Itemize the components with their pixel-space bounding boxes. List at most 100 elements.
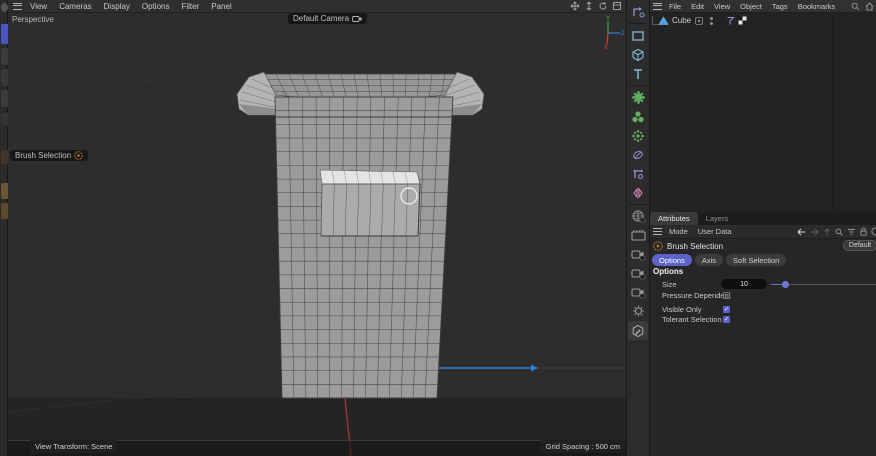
texture-mode-icon-fragment[interactable] <box>1 203 8 219</box>
size-slider-handle[interactable] <box>782 281 789 288</box>
viewport-canvas[interactable] <box>8 13 626 456</box>
lock-icon[interactable] <box>860 227 867 236</box>
menu-mode[interactable]: Mode <box>664 227 693 236</box>
section-tab-soft-selection[interactable]: Soft Selection <box>726 254 786 266</box>
tab-layers[interactable]: Layers <box>698 212 737 225</box>
om-menu-view[interactable]: View <box>709 2 735 11</box>
object-row-cube[interactable]: Cube <box>650 14 876 27</box>
cube-primitive-icon[interactable] <box>628 45 648 64</box>
material-editor-icon[interactable] <box>628 321 648 340</box>
attribute-object-title: Brush Selection <box>667 242 723 251</box>
menu-user-data[interactable]: User Data <box>693 227 737 236</box>
active-tool-label-text: Brush Selection <box>15 151 71 160</box>
object-tree[interactable]: Cube <box>650 13 876 212</box>
pressure-dependent-row: Pressure Dependent <box>650 290 876 301</box>
tool-play-icon[interactable] <box>74 151 83 160</box>
view-name-label[interactable]: Perspective <box>12 15 54 24</box>
attr-search-icon[interactable] <box>835 228 843 236</box>
array-icon[interactable] <box>628 126 648 145</box>
section-tab-axis[interactable]: Axis <box>695 254 723 266</box>
tab-attributes[interactable]: Attributes <box>650 212 698 225</box>
object-state-badge[interactable] <box>695 17 703 25</box>
active-tool-icon-fragment[interactable] <box>1 24 8 44</box>
grid-spacing-status: Grid Spacing : 500 cm <box>541 440 625 453</box>
rotate-view-icon[interactable] <box>598 1 608 11</box>
attribute-section-tabs: Options Axis Soft Selection <box>652 254 786 266</box>
visible-only-label: Visible Only <box>662 305 701 314</box>
size-slider[interactable] <box>771 284 876 286</box>
history-back-icon[interactable] <box>797 228 806 236</box>
pan-view-icon[interactable] <box>570 1 580 11</box>
om-menu-edit[interactable]: Edit <box>686 2 709 11</box>
history-forward-icon[interactable] <box>810 228 819 236</box>
stage-icon[interactable] <box>628 226 648 245</box>
menu-view[interactable]: View <box>24 2 53 11</box>
section-tab-options[interactable]: Options <box>652 254 692 266</box>
text-spline-icon[interactable] <box>628 64 648 83</box>
model-mode-icon-fragment[interactable] <box>1 183 8 199</box>
cloner-icon[interactable] <box>628 107 648 126</box>
om-home-icon[interactable] <box>865 2 874 11</box>
viewport-menu-icon[interactable] <box>13 3 22 10</box>
camera-2-icon[interactable] <box>628 264 648 283</box>
gizmo-x-label: X <box>604 45 608 49</box>
options-section-header[interactable]: Options <box>653 267 683 276</box>
camera-1-icon[interactable] <box>628 245 648 264</box>
object-manager-menu-icon[interactable] <box>653 3 662 10</box>
camera-3-icon[interactable] <box>628 283 648 302</box>
symmetry-icon[interactable] <box>628 183 648 202</box>
tweak-tool-icon[interactable] <box>628 2 648 21</box>
om-search-icon[interactable] <box>851 2 860 11</box>
size-field-row: Size 10 <box>650 279 876 290</box>
light-icon[interactable] <box>628 302 648 321</box>
menu-cameras[interactable]: Cameras <box>53 2 97 11</box>
scale-tool-icon-fragment[interactable] <box>1 90 8 107</box>
maximize-view-icon[interactable] <box>612 1 622 11</box>
om-menu-object[interactable]: Object <box>735 2 767 11</box>
move-tool-icon-fragment[interactable] <box>1 48 8 65</box>
tool-icon-fragment[interactable] <box>1 150 8 164</box>
size-input[interactable]: 10 <box>721 279 767 289</box>
rotate-tool-icon-fragment[interactable] <box>1 69 8 86</box>
menu-options[interactable]: Options <box>136 2 176 11</box>
phong-tag-icon[interactable] <box>726 16 735 26</box>
om-menu-bookmarks[interactable]: Bookmarks <box>793 2 841 11</box>
visible-only-checkbox[interactable]: ✓ <box>723 306 730 313</box>
menu-filter[interactable]: Filter <box>175 2 205 11</box>
parent-up-icon[interactable] <box>823 228 831 236</box>
polygon-object-icon[interactable] <box>658 16 669 26</box>
uvw-tag-icon[interactable] <box>738 16 747 25</box>
om-column-divider <box>832 13 833 212</box>
object-toolbar <box>626 0 650 456</box>
tolerant-selection-checkbox[interactable]: ✓ <box>723 316 730 323</box>
manager-panel: File Edit View Object Tags Bookmarks Cub… <box>650 0 876 456</box>
axis-modify-icon[interactable] <box>628 164 648 183</box>
menu-display[interactable]: Display <box>98 2 136 11</box>
subdivision-surface-icon[interactable] <box>628 88 648 107</box>
pressure-dependent-checkbox[interactable] <box>723 292 730 299</box>
attribute-object-header: Brush Selection Default <box>650 239 876 253</box>
attributes-menu-icon[interactable] <box>653 228 662 235</box>
attributes-mode-row: Mode User Data <box>650 225 876 239</box>
dolly-view-icon[interactable] <box>584 1 594 11</box>
spline-mask-icon[interactable] <box>628 145 648 164</box>
tool-icon-fragment[interactable] <box>1 113 8 126</box>
visibility-toggles[interactable] <box>710 17 713 25</box>
floor-sky-icon[interactable] <box>628 207 648 226</box>
brush-selection-icon[interactable] <box>653 241 663 251</box>
menu-panel[interactable]: Panel <box>205 2 237 11</box>
axis-gizmo[interactable]: Y Z X <box>596 15 624 49</box>
rectangle-selection-icon[interactable] <box>628 26 648 45</box>
help-icon-clipped[interactable] <box>871 227 876 236</box>
default-preset-button[interactable]: Default <box>843 240 876 251</box>
camera-label[interactable]: Default Camera <box>288 13 367 24</box>
filter-icon[interactable] <box>847 228 856 236</box>
tolerant-selection-row: Tolerant Selection ✓ <box>650 314 876 325</box>
magnifier-icon-fragment[interactable] <box>1 3 8 12</box>
object-name[interactable]: Cube <box>672 16 691 25</box>
gizmo-z-label: Z <box>621 31 624 37</box>
om-menu-file[interactable]: File <box>664 2 686 11</box>
pressure-dependent-label: Pressure Dependent <box>662 291 731 300</box>
om-menu-tags[interactable]: Tags <box>767 2 793 11</box>
left-toolbar-strip-clipped[interactable] <box>0 0 8 456</box>
